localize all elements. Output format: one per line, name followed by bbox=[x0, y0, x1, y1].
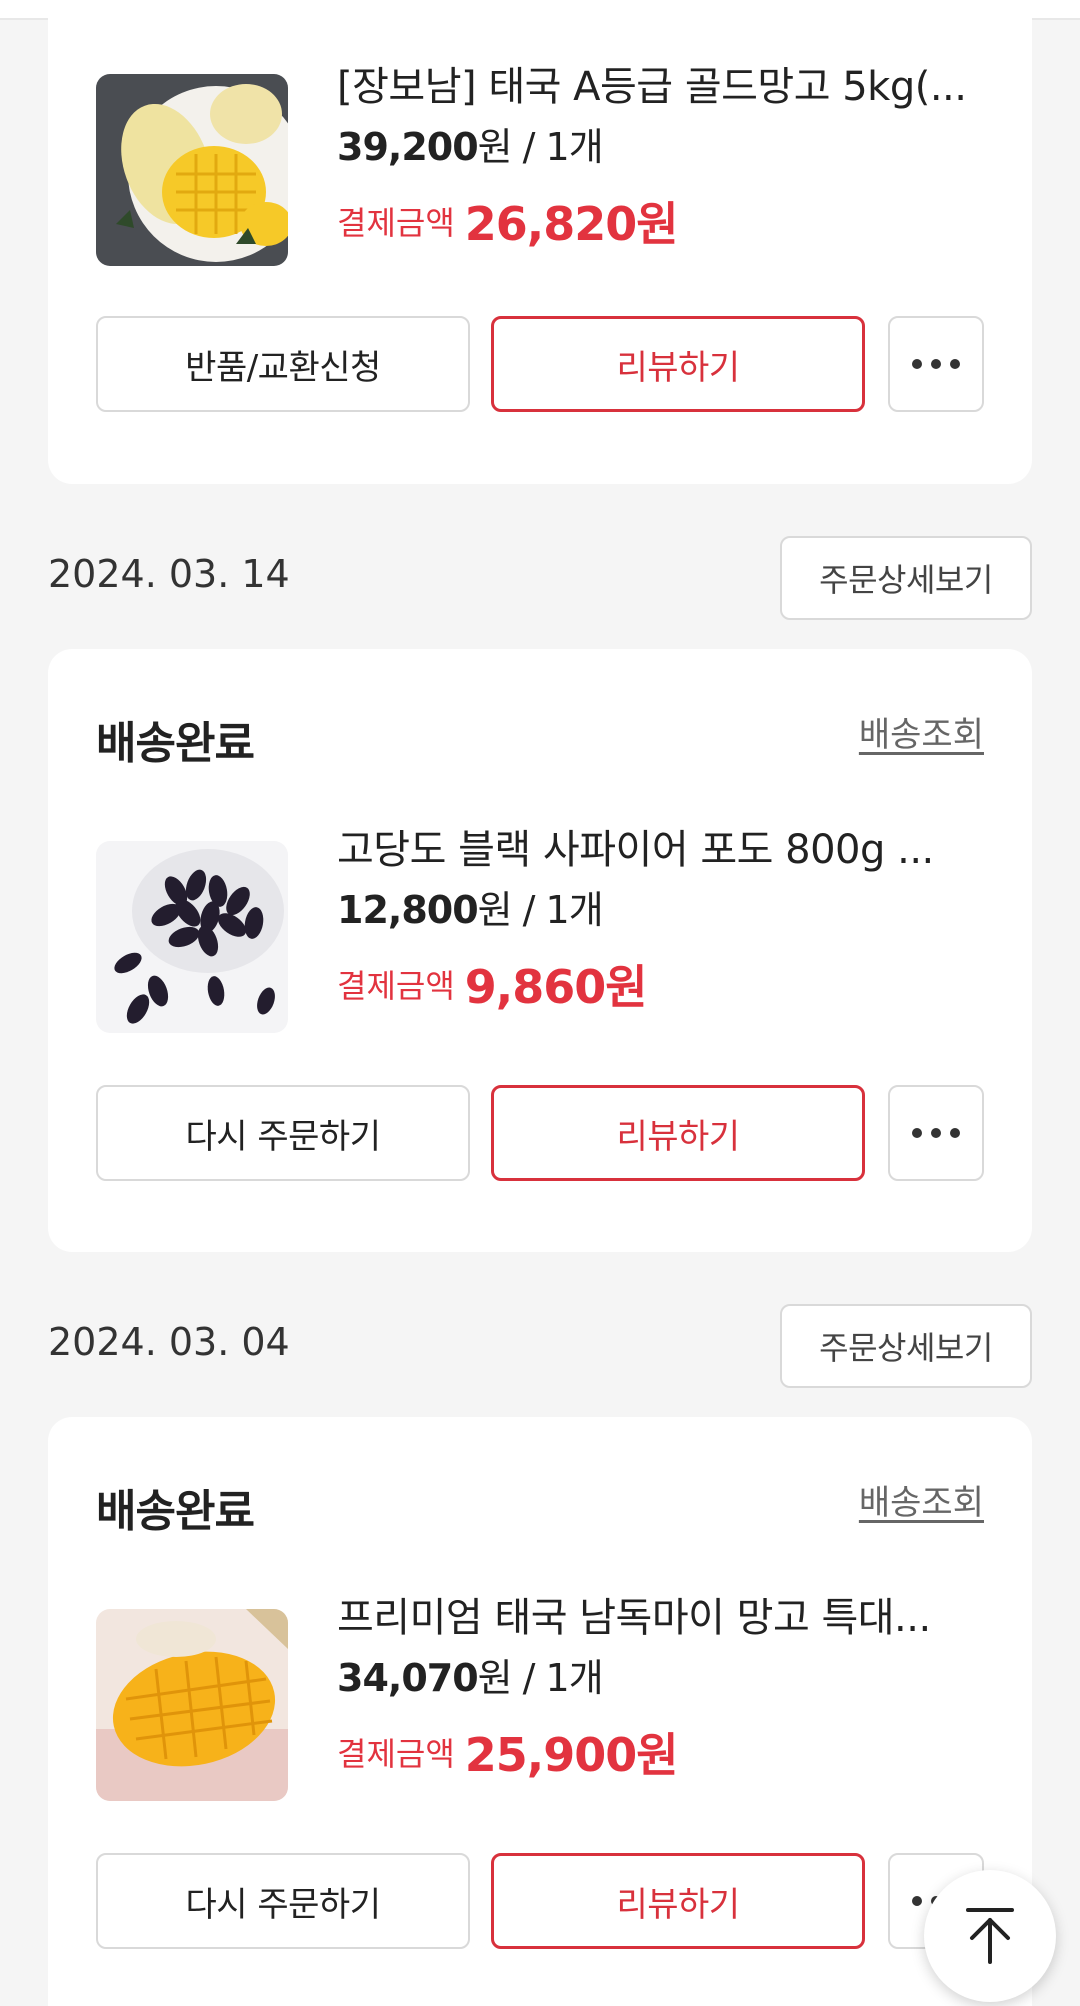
reorder-button[interactable]: 다시 주문하기 bbox=[96, 1853, 470, 1949]
product-thumbnail-mango-cut[interactable] bbox=[96, 1609, 288, 1801]
scroll-to-top-button[interactable] bbox=[924, 1870, 1056, 2002]
payment-amount: 결제금액 9,860원 bbox=[337, 960, 648, 1014]
more-options-button[interactable] bbox=[888, 1085, 984, 1181]
product-thumbnail-mango[interactable] bbox=[96, 74, 288, 266]
order-date: 2024. 03. 14 bbox=[48, 552, 290, 596]
payment-amount: 결제금액 25,900원 bbox=[337, 1728, 679, 1782]
delivery-status: 배송완료 bbox=[96, 1486, 255, 1537]
more-dots-icon bbox=[912, 1128, 960, 1138]
product-name[interactable]: 고당도 블랙 사파이어 포도 800g ... bbox=[337, 817, 987, 875]
review-button[interactable]: 리뷰하기 bbox=[491, 316, 865, 412]
more-options-button[interactable] bbox=[888, 316, 984, 412]
product-price: 34,070원 / 1개 bbox=[337, 1656, 604, 1700]
order-card: 배송완료 배송조회 프리미엄 태국 남독마이 망고 특대... 34,070원 … bbox=[48, 1417, 1032, 2006]
return-exchange-button[interactable]: 반품/교환신청 bbox=[96, 316, 470, 412]
order-card: [장보남] 태국 A등급 골드망고 5kg(... 39,200원 / 1개 결… bbox=[48, 0, 1032, 484]
order-card: 배송완료 배송조회 고당도 블랙 사파이어 포도 800g ... 12,800… bbox=[48, 649, 1032, 1252]
review-button[interactable]: 리뷰하기 bbox=[491, 1853, 865, 1949]
track-delivery-link[interactable]: 배송조회 bbox=[859, 707, 984, 756]
product-name[interactable]: [장보남] 태국 A등급 골드망고 5kg(... bbox=[337, 54, 987, 112]
order-date: 2024. 03. 04 bbox=[48, 1320, 290, 1364]
product-price: 12,800원 / 1개 bbox=[337, 888, 604, 932]
delivery-status: 배송완료 bbox=[96, 718, 255, 769]
product-name[interactable]: 프리미엄 태국 남독마이 망고 특대... bbox=[337, 1585, 987, 1643]
more-dots-icon bbox=[912, 359, 960, 369]
arrow-up-to-top-icon bbox=[966, 1908, 1014, 1964]
track-delivery-link[interactable]: 배송조회 bbox=[859, 1475, 984, 1524]
product-thumbnail-grapes[interactable] bbox=[96, 841, 288, 1033]
payment-amount: 결제금액 26,820원 bbox=[337, 197, 679, 251]
product-price: 39,200원 / 1개 bbox=[337, 125, 604, 169]
review-button[interactable]: 리뷰하기 bbox=[491, 1085, 865, 1181]
order-detail-button[interactable]: 주문상세보기 bbox=[780, 536, 1032, 620]
reorder-button[interactable]: 다시 주문하기 bbox=[96, 1085, 470, 1181]
order-detail-button[interactable]: 주문상세보기 bbox=[780, 1304, 1032, 1388]
